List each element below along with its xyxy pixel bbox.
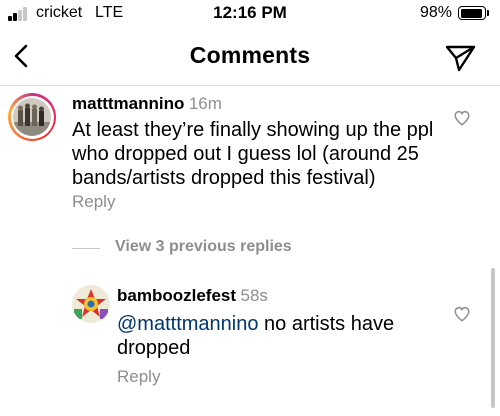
like-button[interactable]: [453, 305, 471, 323]
battery-tip: [487, 10, 489, 16]
avatar[interactable]: [8, 93, 56, 141]
reply-button[interactable]: Reply: [117, 367, 160, 387]
paper-plane-icon: [445, 45, 476, 72]
reply-text: @matttmannino no artists have dropped: [117, 312, 394, 360]
battery-percent: 98%: [420, 4, 453, 21]
comment-text-line: At least they’re finally showing up the …: [72, 119, 434, 141]
mention-link[interactable]: @matttmannino: [117, 313, 258, 335]
comment-text: At least they’re finally showing up the …: [72, 118, 433, 190]
scrollbar[interactable]: [491, 268, 495, 408]
like-button[interactable]: [453, 109, 471, 127]
reply-time: 58s: [240, 286, 268, 305]
page-title: Comments: [189, 42, 311, 68]
comment-time: 16m: [188, 94, 222, 113]
avatar[interactable]: [72, 285, 110, 323]
reply-username[interactable]: bamboozlefest: [117, 286, 236, 305]
header-divider: [0, 85, 500, 86]
group-photo-avatar: [13, 98, 51, 136]
view-previous-replies-button[interactable]: View 3 previous replies: [115, 238, 292, 256]
reply-text-line: @matttmannino no artists have: [117, 312, 394, 336]
battery-icon: [458, 6, 486, 20]
comment-username[interactable]: matttmannino: [72, 94, 184, 113]
reply-text-after-mention: no artists have: [258, 313, 395, 335]
reply-text-line: dropped: [117, 337, 191, 359]
replies-divider-line: [72, 248, 100, 249]
heart-outline-icon: [454, 306, 470, 322]
comment-header: matttmannino 16m: [72, 94, 222, 114]
share-button[interactable]: [442, 40, 478, 74]
bamboozle-logo-avatar: [72, 285, 110, 323]
comment-text-line: bands/artists dropped this festival): [72, 167, 376, 189]
reply-header: bamboozlefest 58s: [117, 286, 268, 306]
reply-button[interactable]: Reply: [72, 192, 115, 212]
comment-text-line: who dropped out I guess lol (around 25: [72, 143, 419, 165]
heart-outline-icon: [454, 110, 470, 126]
